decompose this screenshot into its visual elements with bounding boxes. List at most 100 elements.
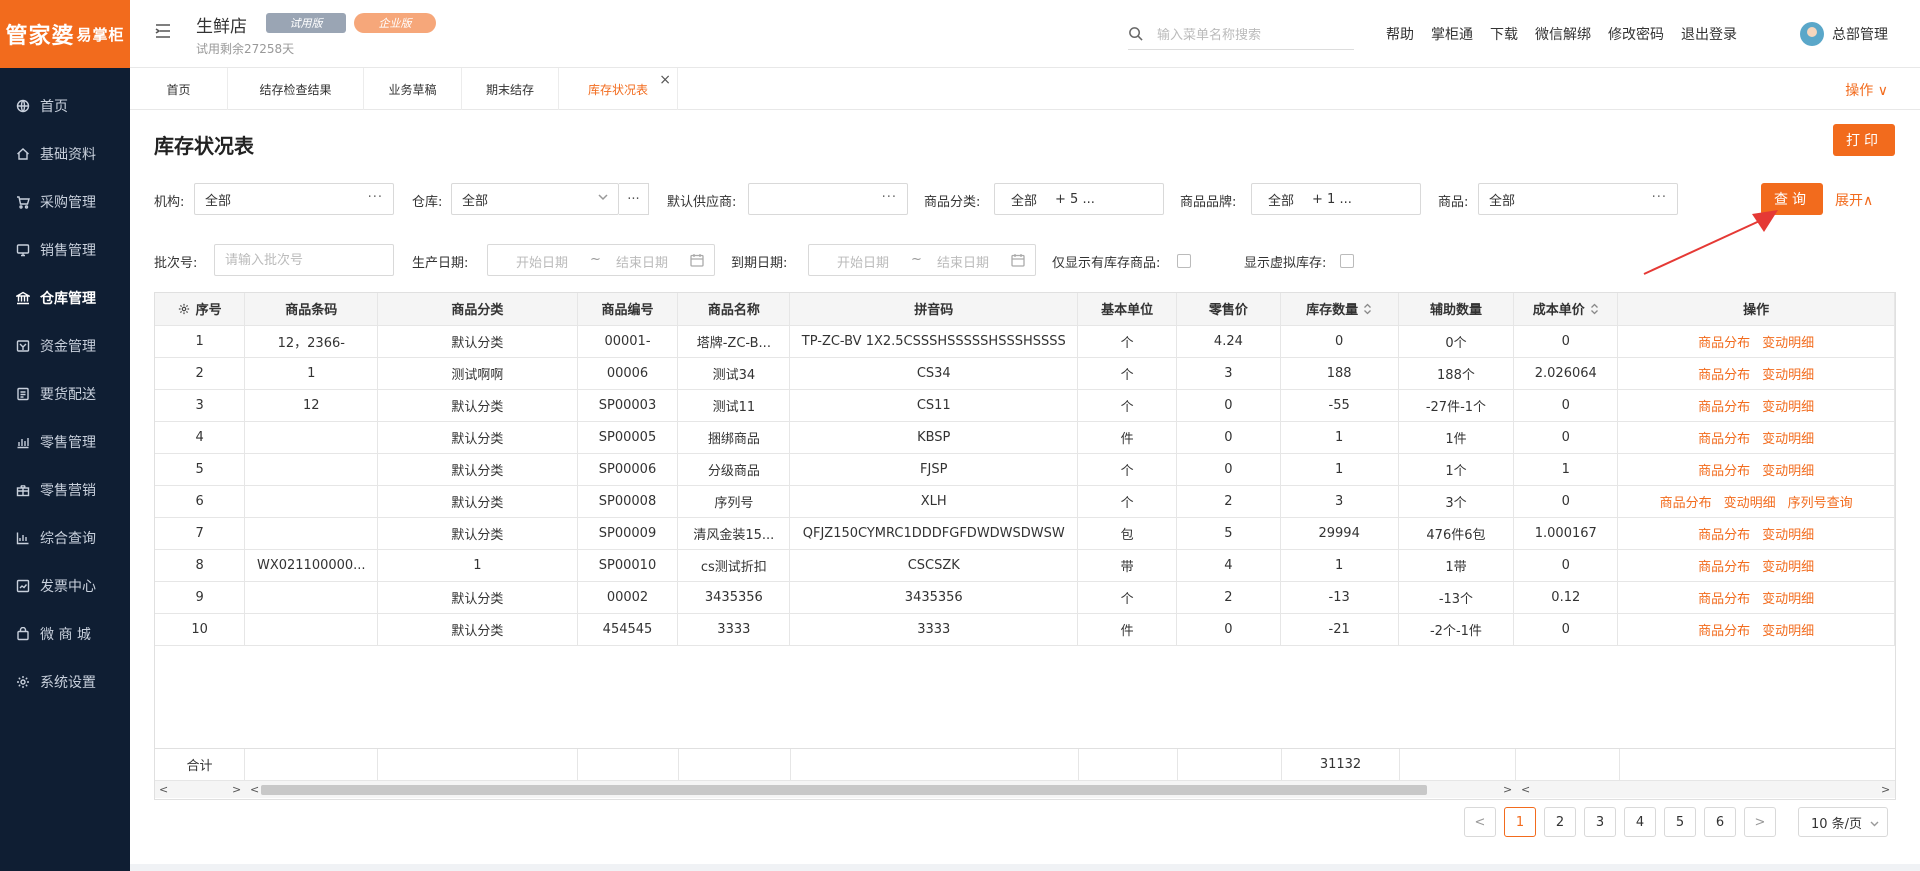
warehouse-more-button[interactable]: ··· — [619, 183, 649, 215]
gear-icon[interactable] — [178, 303, 190, 315]
row-action-link[interactable]: 商品分布 — [1660, 496, 1712, 511]
page-button[interactable]: 2 — [1544, 807, 1576, 837]
sidebar-item-11[interactable]: 微 商 城 — [0, 610, 130, 658]
tab-3[interactable]: 期末结存 — [462, 68, 559, 110]
row-action-link[interactable]: 序列号查询 — [1788, 496, 1853, 511]
print-button[interactable]: 打印 — [1833, 124, 1895, 156]
expire-date-range[interactable]: 开始日期 ~ 结束日期 — [808, 244, 1036, 276]
brand-select[interactable]: 全部 + 1 ... — [1251, 183, 1421, 215]
header-link-2[interactable]: 下载 — [1490, 24, 1518, 44]
page-button[interactable]: 5 — [1664, 807, 1696, 837]
page-button[interactable]: 6 — [1704, 807, 1736, 837]
row-action-link[interactable]: 商品分布 — [1698, 368, 1750, 383]
row-action-link[interactable]: 变动明细 — [1762, 432, 1814, 447]
row-action-link[interactable]: 商品分布 — [1698, 464, 1750, 479]
tab-2[interactable]: 业务草稿 — [364, 68, 462, 110]
row-action-link[interactable]: 变动明细 — [1762, 336, 1814, 351]
sidebar-item-3[interactable]: 销售管理 — [0, 226, 130, 274]
row-action-link[interactable]: 商品分布 — [1698, 432, 1750, 447]
org-select[interactable]: 全部 ··· — [194, 183, 394, 215]
row-action-link[interactable]: 变动明细 — [1762, 464, 1814, 479]
tab-label: 结存检查结果 — [259, 82, 332, 97]
scroll-right-icon[interactable]: > — [1881, 783, 1890, 796]
row-action-link[interactable]: 商品分布 — [1698, 528, 1750, 543]
expire-date-start: 开始日期 — [837, 256, 890, 271]
horizontal-scrollbar[interactable]: < > < > < > — [155, 780, 1895, 798]
more-icon: ··· — [367, 190, 383, 205]
header-link-3[interactable]: 微信解绑 — [1535, 24, 1591, 44]
row-action-link[interactable]: 变动明细 — [1762, 592, 1814, 607]
table-cell: 默认分类 — [377, 421, 578, 454]
column-header-1: 商品条码 — [244, 293, 379, 326]
header-link-4[interactable]: 修改密码 — [1608, 24, 1664, 44]
column-header-9: 辅助数量 — [1398, 293, 1515, 326]
category-select[interactable]: 全部 + 5 ... — [994, 183, 1164, 215]
page-size-value: 10 条/页 — [1811, 816, 1863, 832]
scroll-right-icon[interactable]: > — [232, 783, 241, 796]
menu-toggle-icon[interactable] — [154, 22, 172, 40]
table-cell: 0 — [1513, 389, 1619, 422]
batch-input[interactable] — [225, 252, 393, 268]
column-header-10[interactable]: 成本单价 — [1513, 293, 1619, 326]
tab-0[interactable]: 首页 — [130, 68, 228, 110]
sidebar-item-7[interactable]: 零售管理 — [0, 418, 130, 466]
user-menu[interactable]: 总部管理 — [1800, 22, 1888, 46]
sidebar-item-5[interactable]: 资金管理 — [0, 322, 130, 370]
supplier-select[interactable]: ··· — [748, 183, 908, 215]
page-button[interactable]: 3 — [1584, 807, 1616, 837]
row-action-link[interactable]: 变动明细 — [1762, 528, 1814, 543]
menu-search-input[interactable] — [1157, 28, 1347, 43]
row-action-link[interactable]: 商品分布 — [1698, 400, 1750, 415]
table-cell: 1 — [1513, 453, 1619, 486]
sidebar-item-8[interactable]: 零售营销 — [0, 466, 130, 514]
sidebar-item-10[interactable]: 发票中心 — [0, 562, 130, 610]
tab-operations-menu[interactable]: 操作 ∨ — [1845, 80, 1888, 100]
row-action-link[interactable]: 商品分布 — [1698, 560, 1750, 575]
row-action-link[interactable]: 商品分布 — [1698, 624, 1750, 639]
scroll-right-icon[interactable]: > — [1503, 783, 1512, 796]
sort-icon[interactable] — [1590, 303, 1599, 315]
sort-icon[interactable] — [1363, 303, 1372, 315]
page-size-select[interactable]: 10 条/页 — [1798, 807, 1888, 837]
header-link-0[interactable]: 帮助 — [1386, 24, 1414, 44]
prod-date-range[interactable]: 开始日期 ~ 结束日期 — [487, 244, 715, 276]
header-link-5[interactable]: 退出登录 — [1681, 24, 1737, 44]
close-icon[interactable]: × — [659, 72, 671, 88]
column-header-8[interactable]: 库存数量 — [1280, 293, 1399, 326]
column-header-label: 库存数量 — [1306, 303, 1359, 319]
row-action-link[interactable]: 商品分布 — [1698, 336, 1750, 351]
query-button[interactable]: 查询 — [1761, 183, 1823, 215]
row-action-link[interactable]: 变动明细 — [1724, 496, 1776, 511]
warehouse-select[interactable]: 全部 — [451, 183, 619, 215]
next-page-button[interactable]: > — [1744, 807, 1776, 837]
scroll-left-icon[interactable]: < — [159, 783, 168, 796]
page-button[interactable]: 4 — [1624, 807, 1656, 837]
virtual-stock-checkbox[interactable] — [1340, 254, 1354, 268]
tab-1[interactable]: 结存检查结果 — [228, 68, 364, 110]
sidebar-item-4[interactable]: 仓库管理 — [0, 274, 130, 322]
sidebar-item-9[interactable]: 综合查询 — [0, 514, 130, 562]
sidebar-item-6[interactable]: 要货配送 — [0, 370, 130, 418]
prev-page-button[interactable]: < — [1464, 807, 1496, 837]
row-action-link[interactable]: 变动明细 — [1762, 624, 1814, 639]
product-select[interactable]: 全部 ··· — [1478, 183, 1678, 215]
row-action-link[interactable]: 变动明细 — [1762, 560, 1814, 575]
only-stock-checkbox[interactable] — [1177, 254, 1191, 268]
row-action-link[interactable]: 商品分布 — [1698, 592, 1750, 607]
row-action-link[interactable]: 变动明细 — [1762, 368, 1814, 383]
page-button[interactable]: 1 — [1504, 807, 1536, 837]
tab-4[interactable]: 库存状况表 × — [559, 68, 678, 110]
expand-filters-link[interactable]: 展开∧ — [1835, 190, 1873, 210]
table-cell: 3435356 — [789, 581, 1079, 614]
row-action-link[interactable]: 变动明细 — [1762, 400, 1814, 415]
header-link-1[interactable]: 掌柜通 — [1431, 24, 1473, 44]
sidebar-item-2[interactable]: 采购管理 — [0, 178, 130, 226]
sidebar-item-12[interactable]: 系统设置 — [0, 658, 130, 706]
scroll-left-icon[interactable]: < — [250, 783, 259, 796]
sidebar-item-1[interactable]: 基础资料 — [0, 130, 130, 178]
column-header-0[interactable]: 序号 — [155, 293, 246, 326]
sidebar-item-0[interactable]: 首页 — [0, 82, 130, 130]
scroll-left-icon[interactable]: < — [1521, 783, 1530, 796]
scrollbar-thumb[interactable] — [261, 785, 1427, 795]
table-cell: -27件-1个 — [1398, 389, 1515, 422]
